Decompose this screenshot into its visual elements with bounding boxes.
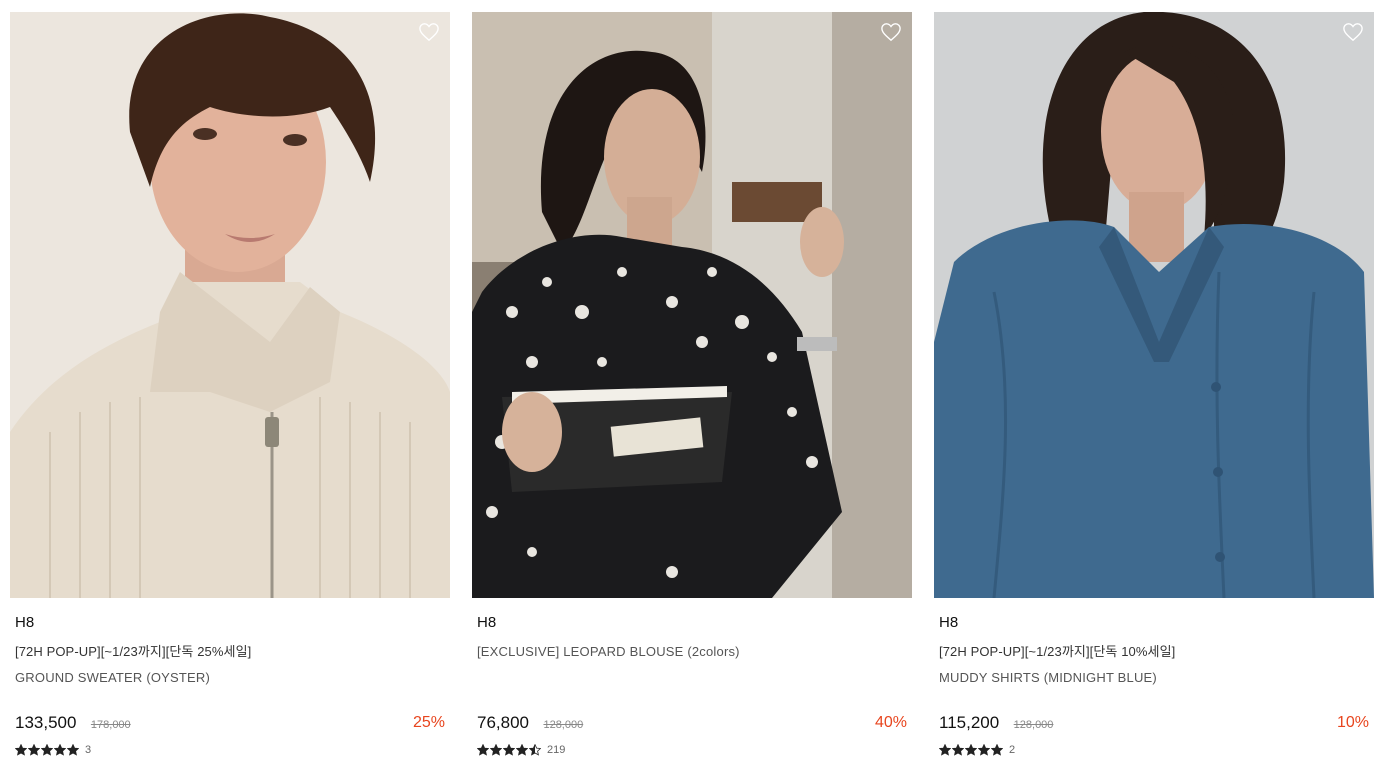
sale-price: 115,200 bbox=[939, 713, 1000, 732]
star-icon bbox=[490, 744, 502, 756]
original-price: 128,000 bbox=[1013, 719, 1054, 731]
sale-price: 133,500 bbox=[15, 713, 77, 732]
star-icon bbox=[516, 744, 528, 756]
price-row: 115,200 128,000 10% bbox=[939, 712, 1369, 734]
rating-row: 3 bbox=[15, 742, 91, 758]
product-grid: H8 [72H POP-UP][~1/23까지][단독 25%세일] GROUN… bbox=[0, 0, 1390, 774]
product-image[interactable] bbox=[934, 12, 1374, 598]
star-icon bbox=[939, 744, 951, 756]
product-brand[interactable]: H8 bbox=[15, 614, 450, 632]
product-name[interactable]: [EXCLUSIVE] LEOPARD BLOUSE (2colors) bbox=[477, 644, 912, 660]
discount-rate: 10% bbox=[1336, 714, 1369, 731]
rating-row: 2 bbox=[939, 742, 1015, 758]
product-card[interactable]: H8 [72H POP-UP][~1/23까지][단독 10%세일] MUDDY… bbox=[934, 12, 1374, 756]
product-card[interactable]: H8 [EXCLUSIVE] LEOPARD BLOUSE (2colors) … bbox=[472, 12, 912, 756]
star-icon bbox=[965, 744, 977, 756]
star-icon bbox=[28, 744, 40, 756]
sale-price: 76,800 bbox=[477, 713, 529, 732]
product-promo[interactable]: [72H POP-UP][~1/23까지][단독 25%세일] bbox=[15, 644, 450, 660]
star-icon bbox=[952, 744, 964, 756]
product-brand[interactable]: H8 bbox=[939, 614, 1374, 632]
product-brand[interactable]: H8 bbox=[477, 614, 912, 632]
original-price: 128,000 bbox=[543, 719, 584, 731]
price-row: 133,500 178,000 25% bbox=[15, 712, 445, 734]
discount-rate: 25% bbox=[412, 714, 445, 731]
product-name[interactable]: MUDDY SHIRTS (MIDNIGHT BLUE) bbox=[939, 670, 1374, 686]
star-icon bbox=[503, 744, 515, 756]
rating-row: 219 bbox=[477, 742, 565, 758]
product-image[interactable] bbox=[10, 12, 450, 598]
review-count: 219 bbox=[547, 744, 566, 756]
star-icon bbox=[54, 744, 66, 756]
original-price: 178,000 bbox=[90, 719, 131, 731]
star-icon bbox=[991, 744, 1003, 756]
rating-stars bbox=[15, 744, 79, 756]
wishlist-heart-icon[interactable] bbox=[1342, 22, 1364, 42]
price-row: 76,800 128,000 40% bbox=[477, 712, 907, 734]
product-name[interactable]: GROUND SWEATER (OYSTER) bbox=[15, 670, 450, 686]
star-icon bbox=[978, 744, 990, 756]
review-count: 3 bbox=[85, 744, 92, 756]
star-icon bbox=[477, 744, 489, 756]
discount-rate: 40% bbox=[874, 714, 907, 731]
wishlist-heart-icon[interactable] bbox=[418, 22, 440, 42]
product-card[interactable]: H8 [72H POP-UP][~1/23까지][단독 25%세일] GROUN… bbox=[10, 12, 450, 756]
rating-stars bbox=[477, 744, 541, 756]
product-promo[interactable]: [72H POP-UP][~1/23까지][단독 10%세일] bbox=[939, 644, 1374, 660]
rating-stars bbox=[939, 744, 1003, 756]
product-image[interactable] bbox=[472, 12, 912, 598]
star-icon bbox=[529, 744, 541, 756]
product-photo-shirt bbox=[934, 12, 1374, 598]
product-photo-sweater bbox=[10, 12, 450, 598]
star-icon bbox=[67, 744, 79, 756]
star-icon bbox=[41, 744, 53, 756]
product-photo-blouse bbox=[472, 12, 912, 598]
star-icon bbox=[15, 744, 27, 756]
review-count: 2 bbox=[1009, 744, 1016, 756]
wishlist-heart-icon[interactable] bbox=[880, 22, 902, 42]
